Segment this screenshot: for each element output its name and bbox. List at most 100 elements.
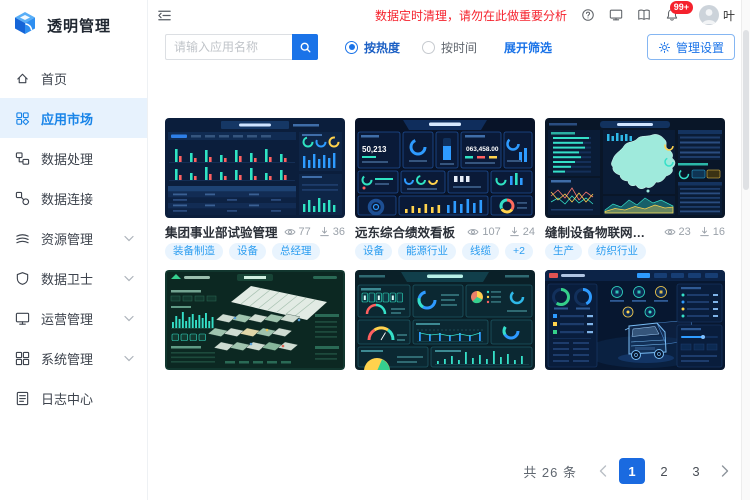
tag-more[interactable]: +2 (505, 243, 533, 260)
notifications-bell[interactable]: 99+ (665, 8, 679, 22)
card-thumbnail-china-map-dashboard[interactable] (545, 118, 725, 218)
card-thumbnail-cockpit-dashboard[interactable] (355, 270, 535, 370)
question-circle-icon[interactable] (581, 8, 595, 22)
tag[interactable]: 总经理 (272, 243, 320, 260)
chevron-down-icon (124, 275, 134, 282)
views-count: 23 (679, 226, 691, 238)
radio-dot (422, 41, 435, 54)
app-card[interactable]: 50,213 063,458.00 (355, 118, 535, 260)
sidebar-item-data-processing[interactable]: 数据处理 (0, 138, 147, 178)
shield-icon (15, 271, 30, 286)
card-tags: 生产 纺织行业 (545, 243, 725, 260)
views-count: 107 (482, 226, 500, 238)
card-thumbnail-green-factory-dashboard[interactable] (165, 270, 345, 370)
scrollbar-thumb[interactable] (743, 30, 749, 190)
sidebar-item-system-management[interactable]: 系统管理 (0, 338, 147, 378)
warning-text: 数据定时清理，请勿在此做重要分析 (375, 7, 567, 24)
downloads-count: 24 (523, 226, 535, 238)
sort-by-time-radio[interactable]: 按时间 (422, 39, 477, 56)
expand-filter-link[interactable]: 展开筛选 (504, 39, 552, 56)
sidebar-item-home[interactable]: 首页 (0, 58, 147, 98)
home-icon (15, 71, 30, 86)
app-card[interactable] (545, 270, 725, 370)
avatar (699, 5, 719, 25)
sidebar-item-app-market[interactable]: 应用市场 (0, 98, 147, 138)
book-icon[interactable] (637, 8, 651, 22)
pagination-total: 共 26 条 (523, 462, 577, 481)
tag[interactable]: 设备 (355, 243, 392, 260)
search-box (165, 34, 318, 60)
app-card[interactable] (355, 270, 535, 370)
tag[interactable]: 生产 (545, 243, 582, 260)
prev-page-button[interactable] (593, 458, 613, 484)
card-title: 远东综合绩效看板 (355, 222, 461, 241)
page-button-1[interactable]: 1 (619, 458, 645, 484)
card-stats: 107 24 (467, 226, 535, 238)
sidebar-item-data-connection[interactable]: 数据连接 (0, 178, 147, 218)
page-button-2[interactable]: 2 (651, 458, 677, 484)
filter-toolbar: 按热度 按时间 展开筛选 管理设置 (149, 30, 741, 60)
card-stats: 77 36 (284, 226, 346, 238)
pagination: 共 26 条 1 2 3 (523, 458, 735, 484)
main-content: 数据定时清理，请勿在此做重要分析 99+ 叶 (149, 0, 741, 500)
chevron-down-icon (124, 355, 134, 362)
chevron-down-icon (124, 235, 134, 242)
user-menu[interactable]: 叶 (699, 5, 735, 25)
sort-radios: 按热度 按时间 (345, 39, 477, 56)
eye-icon (664, 228, 676, 236)
card-thumbnail-truck-iot-dashboard[interactable] (545, 270, 725, 370)
header-icons: 99+ 叶 (581, 5, 735, 25)
search-input[interactable] (165, 34, 292, 60)
top-header: 数据定时清理，请勿在此做重要分析 99+ 叶 (149, 0, 741, 30)
search-button[interactable] (292, 34, 318, 60)
sort-by-popularity-radio[interactable]: 按热度 (345, 39, 400, 56)
scrollbar-track (741, 0, 750, 500)
chevron-right-icon (721, 465, 729, 477)
sidebar-item-operations-management[interactable]: 运营管理 (0, 298, 147, 338)
app-card[interactable]: 集团事业部试验管理 77 36 装备制造 设备 总经理 (165, 118, 345, 260)
card-title: 缝制设备物联网大数... (545, 222, 658, 241)
data-connection-icon (15, 191, 30, 206)
manage-settings-button[interactable]: 管理设置 (647, 34, 735, 60)
card-tags: 装备制造 设备 总经理 (165, 243, 345, 260)
svg-text:50,213: 50,213 (362, 145, 387, 154)
radio-dot (345, 41, 358, 54)
tag[interactable]: 装备制造 (165, 243, 223, 260)
layers-icon (15, 231, 30, 246)
data-processing-icon (15, 151, 30, 166)
app-card-grid: 集团事业部试验管理 77 36 装备制造 设备 总经理 (165, 118, 737, 370)
download-icon (509, 226, 520, 237)
sidebar: 透明管理 首页 应用市场 数据处理 数据连接 资源管理 数据卫士 (0, 0, 148, 500)
monitor-icon (15, 311, 30, 326)
app-card[interactable] (165, 270, 345, 370)
tag[interactable]: 设备 (229, 243, 266, 260)
downloads-count: 16 (713, 226, 725, 238)
tag[interactable]: 能源行业 (398, 243, 456, 260)
eye-icon (284, 228, 296, 236)
username: 叶 (723, 7, 735, 24)
tag[interactable]: 纺织行业 (588, 243, 646, 260)
card-thumbnail-kpi-dashboard[interactable]: 50,213 063,458.00 (355, 118, 535, 218)
card-stats: 23 16 (664, 226, 726, 238)
collapse-sidebar-icon[interactable] (157, 8, 172, 23)
sidebar-item-log-center[interactable]: 日志中心 (0, 378, 147, 418)
next-page-button[interactable] (715, 458, 735, 484)
card-thumbnail-bar-chart-dashboard[interactable] (165, 118, 345, 218)
sidebar-menu: 首页 应用市场 数据处理 数据连接 资源管理 数据卫士 运营管理 (0, 58, 147, 418)
app-title: 透明管理 (47, 15, 111, 36)
grid-icon (15, 351, 30, 366)
tag[interactable]: 线缆 (462, 243, 499, 260)
app-logo: 透明管理 (0, 0, 147, 50)
notification-badge: 99+ (670, 1, 693, 14)
download-icon (699, 226, 710, 237)
chevron-left-icon (599, 465, 607, 477)
downloads-count: 36 (333, 226, 345, 238)
sidebar-item-data-guardian[interactable]: 数据卫士 (0, 258, 147, 298)
log-icon (15, 391, 30, 406)
page-button-3[interactable]: 3 (683, 458, 709, 484)
app-card[interactable]: 缝制设备物联网大数... 23 16 生产 纺织行业 (545, 118, 725, 260)
sidebar-item-resource-management[interactable]: 资源管理 (0, 218, 147, 258)
appstore-icon (15, 111, 30, 126)
search-icon (299, 41, 312, 54)
screen-monitor-icon[interactable] (609, 8, 623, 22)
